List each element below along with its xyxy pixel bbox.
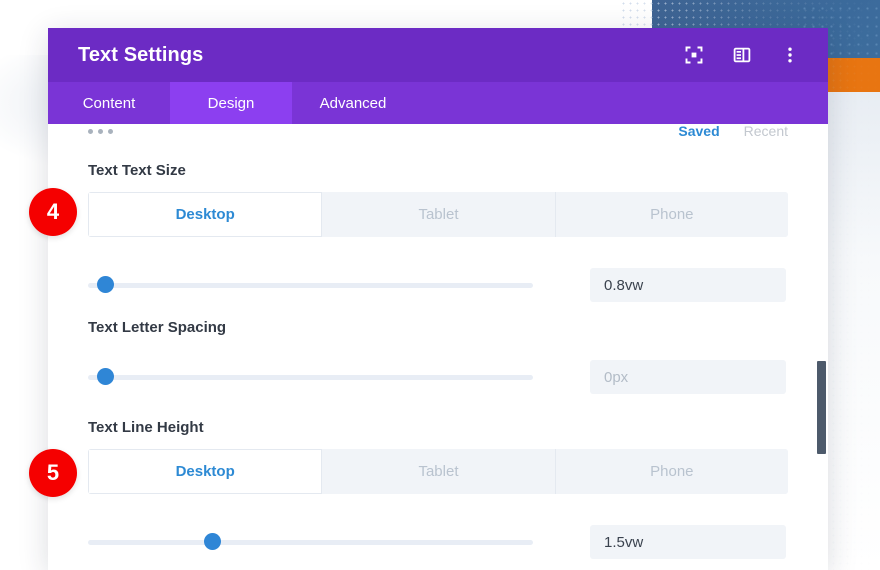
recent-presets-link[interactable]: Recent [744,124,788,139]
ellipsis-icon[interactable] [88,129,113,134]
slider-line-height[interactable] [88,531,533,553]
field-text-letter-spacing: Text Letter Spacing [48,319,828,336]
more-options-icon[interactable] [780,45,800,65]
device-desktop-line-height[interactable]: Desktop [88,449,322,494]
page-title: Text Settings [78,44,203,67]
slider-row-letter-spacing: 0px [48,360,828,394]
annotation-badge-5: 5 [29,449,77,497]
annotation-badge-4: 4 [29,188,77,236]
modal-tabbar: Content Design Advanced [48,82,828,124]
slider-row-line-height: 1.5vw [48,525,828,559]
device-toggle-line-height: Desktop Tablet Phone [88,449,788,494]
device-desktop-text-size[interactable]: Desktop [88,192,322,237]
slider-track [88,283,533,288]
tab-design[interactable]: Design [170,82,292,124]
slider-handle-line-height[interactable] [204,533,221,550]
field-text-text-size: Text Text Size Desktop Tablet Phone [48,162,828,237]
value-input-line-height[interactable]: 1.5vw [590,525,786,559]
field-text-line-height: Text Line Height Desktop Tablet Phone [48,419,828,494]
value-input-text-size[interactable]: 0.8vw [590,268,786,302]
slider-track [88,540,533,545]
tab-advanced[interactable]: Advanced [292,82,414,124]
field-label-text-text-size: Text Text Size [88,162,788,179]
vertical-scrollbar-thumb[interactable] [817,361,826,454]
header-actions [684,45,800,65]
device-phone-text-size[interactable]: Phone [556,192,788,237]
saved-presets-link[interactable]: Saved [678,124,719,139]
slider-text-size[interactable] [88,274,533,296]
field-label-text-letter-spacing: Text Letter Spacing [88,319,788,336]
slider-handle-text-size[interactable] [97,276,114,293]
layout-panel-icon[interactable] [732,45,752,65]
modal-header: Text Settings [48,28,828,82]
field-label-text-line-height: Text Line Height [88,419,788,436]
device-toggle-text-size: Desktop Tablet Phone [88,192,788,237]
device-phone-line-height[interactable]: Phone [556,449,788,494]
text-settings-modal: Text Settings [48,28,828,570]
device-tablet-text-size[interactable]: Tablet [322,192,555,237]
slider-handle-letter-spacing[interactable] [97,368,114,385]
modal-body: Saved Recent Text Text Size Desktop Tabl… [48,124,828,570]
device-tablet-line-height[interactable]: Tablet [322,449,555,494]
slider-row-text-size: 0.8vw [48,268,828,302]
slider-track [88,375,533,380]
value-input-letter-spacing[interactable]: 0px [590,360,786,394]
slider-letter-spacing[interactable] [88,366,533,388]
presets-row: Saved Recent [48,124,828,144]
tab-content[interactable]: Content [48,82,170,124]
focus-target-icon[interactable] [684,45,704,65]
